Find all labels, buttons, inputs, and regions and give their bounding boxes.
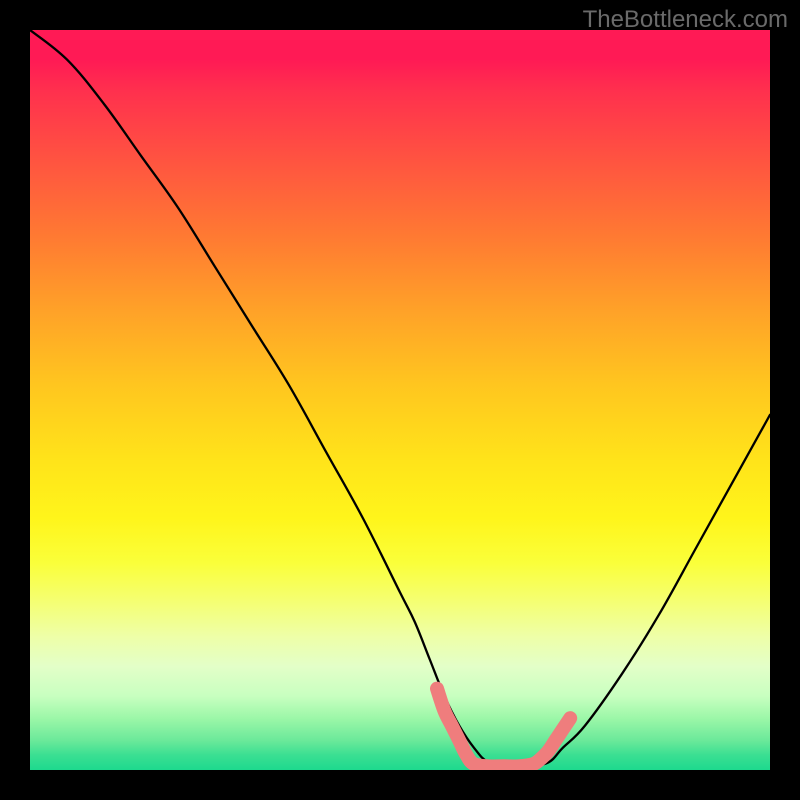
chart-frame: TheBottleneck.com [0,0,800,800]
trough-highlight-path [437,689,570,767]
bottleneck-curve-path [30,30,770,767]
plot-area [30,30,770,770]
curve-layer [30,30,770,770]
watermark-text: TheBottleneck.com [583,6,788,34]
